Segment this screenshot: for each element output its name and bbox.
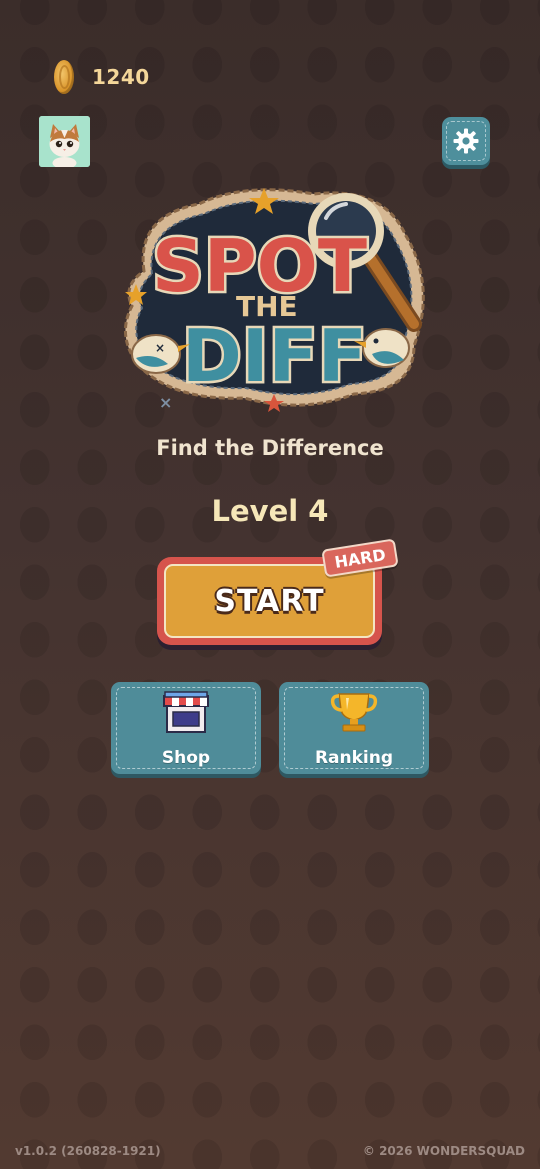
cat-avatar-icon [39,116,90,167]
storefront-icon [163,691,209,733]
ranking-label: Ranking [314,748,394,768]
logo-line-diff: DIFF [182,314,367,398]
coin-amount: 1240 [92,65,150,89]
difficulty-badge: HARD [321,538,399,578]
svg-text:×: × [155,341,165,355]
gear-icon [453,128,479,154]
ranking-button[interactable]: Ranking [279,682,429,774]
settings-button[interactable] [442,117,490,165]
version-text: v1.0.2 (260828-1921) [15,1144,161,1158]
coin-balance: 1240 [54,60,150,94]
svg-text:×: × [159,393,172,412]
coin-icon [54,60,74,94]
avatar[interactable] [39,116,90,167]
level-label: Level 4 [211,494,329,528]
start-label: START [214,583,325,619]
shop-label: Shop [161,748,211,768]
game-logo: × SPOT THE DIFF × [114,176,434,416]
trophy-icon [330,693,378,732]
copyright-text: © 2026 WONDERSQUAD [362,1144,525,1158]
shop-button[interactable]: Shop [111,682,261,774]
game-subtitle: Find the Difference [156,436,384,460]
